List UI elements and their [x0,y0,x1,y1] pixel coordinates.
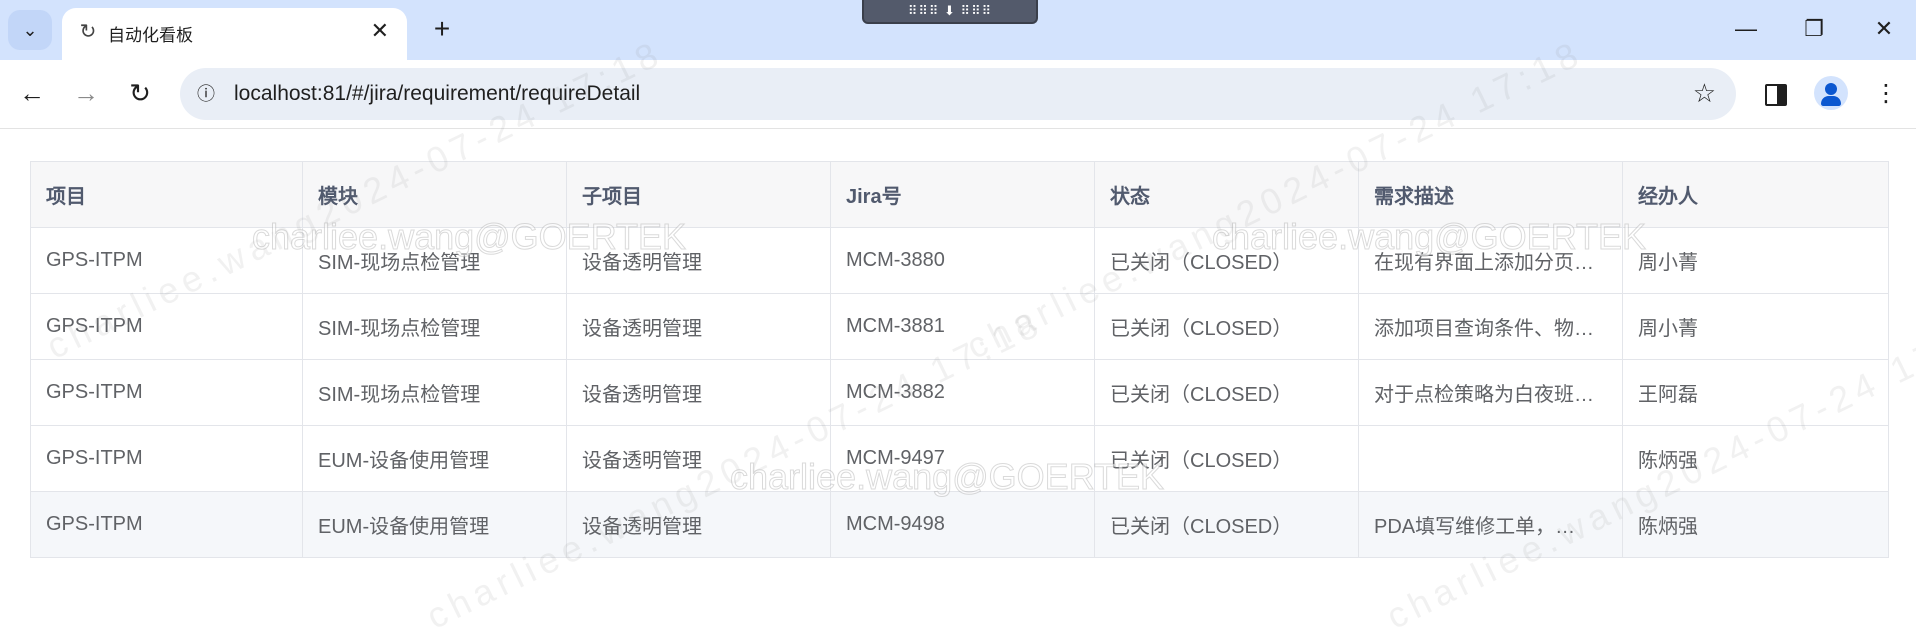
cell-description [1358,425,1623,492]
cell-status: 已关闭（CLOSED） [1094,359,1359,426]
extension-drag-handle[interactable]: ⠿⠿⠿ ⬇ ⠿⠿⠿ [862,0,1038,24]
cell-subproject: 设备透明管理 [566,491,831,558]
cell-description: 对于点检策略为白夜班… [1358,359,1623,426]
cell-project: GPS-ITPM [30,227,303,294]
cell-module: SIM-现场点检管理 [302,227,567,294]
cell-jira-id: MCM-9497 [830,425,1095,492]
cell-description: PDA填写维修工单，… [1358,491,1623,558]
reload-button[interactable]: ↻ [122,76,158,112]
profile-avatar[interactable] [1814,76,1848,110]
cell-assignee: 王阿磊 [1622,359,1889,426]
cell-status: 已关闭（CLOSED） [1094,293,1359,360]
restore-button[interactable]: ❐ [1794,14,1834,46]
table-row[interactable]: GPS-ITPM EUM-设备使用管理 设备透明管理 MCM-9498 已关闭（… [30,491,1889,558]
close-icon[interactable]: ✕ [371,18,389,44]
column-header-project[interactable]: 项目 [30,161,303,228]
cell-assignee: 周小菁 [1622,293,1889,360]
tab-search-button[interactable]: ⌄ [8,10,52,50]
cell-status: 已关闭（CLOSED） [1094,227,1359,294]
column-header-description[interactable]: 需求描述 [1358,161,1623,228]
cell-module: EUM-设备使用管理 [302,425,567,492]
tab-title: 自动化看板 [108,26,193,45]
cell-subproject: 设备透明管理 [566,425,831,492]
active-tab[interactable]: ↻ 自动化看板 ✕ [62,8,407,60]
cell-status: 已关闭（CLOSED） [1094,425,1359,492]
bookmark-star-icon[interactable]: ☆ [1693,78,1716,109]
table-row[interactable]: GPS-ITPM SIM-现场点检管理 设备透明管理 MCM-3880 已关闭（… [30,227,1889,294]
site-info-icon[interactable]: ⓘ [192,80,220,108]
cell-assignee: 陈炳强 [1622,425,1889,492]
url-text[interactable]: localhost:81/#/jira/requirement/requireD… [234,82,640,106]
address-bar[interactable]: ⓘ localhost:81/#/jira/requirement/requir… [180,68,1736,120]
table-header-row: 项目 模块 子项目 Jira号 状态 需求描述 经办人 [30,161,1889,228]
cell-project: GPS-ITPM [30,293,303,360]
column-header-assignee[interactable]: 经办人 [1622,161,1889,228]
cell-subproject: 设备透明管理 [566,359,831,426]
side-panel-button[interactable] [1758,76,1794,112]
cell-project: GPS-ITPM [30,425,303,492]
cell-description: 添加项目查询条件、物… [1358,293,1623,360]
minimize-button[interactable]: — [1726,14,1766,46]
cell-jira-id: MCM-3880 [830,227,1095,294]
column-header-jira-id[interactable]: Jira号 [830,161,1095,228]
browser-toolbar: ← → ↻ ⓘ localhost:81/#/jira/requirement/… [0,60,1916,129]
chevron-down-icon: ⌄ [22,19,38,40]
cell-module: SIM-现场点检管理 [302,293,567,360]
cell-status: 已关闭（CLOSED） [1094,491,1359,558]
cell-jira-id: MCM-3881 [830,293,1095,360]
table-row[interactable]: GPS-ITPM EUM-设备使用管理 设备透明管理 MCM-9497 已关闭（… [30,425,1889,492]
cell-assignee: 周小菁 [1622,227,1889,294]
forward-button[interactable]: → [68,76,104,112]
side-panel-icon [1765,83,1787,106]
cell-jira-id: MCM-9498 [830,491,1095,558]
cell-module: SIM-现场点检管理 [302,359,567,426]
cell-module: EUM-设备使用管理 [302,491,567,558]
requirement-table: 项目 模块 子项目 Jira号 状态 需求描述 经办人 GPS-ITPM SIM… [30,161,1889,558]
column-header-status[interactable]: 状态 [1094,161,1359,228]
loading-icon: ↻ [79,21,97,43]
tab-strip: ⌄ ↻ 自动化看板 ✕ + ⠿⠿⠿ ⬇ ⠿⠿⠿ — ❐ ✕ [0,0,1916,60]
column-header-subproject[interactable]: 子项目 [566,161,831,228]
cell-assignee: 陈炳强 [1622,491,1889,558]
cell-subproject: 设备透明管理 [566,227,831,294]
cell-project: GPS-ITPM [30,491,303,558]
cell-subproject: 设备透明管理 [566,293,831,360]
menu-button[interactable]: ⋮ [1868,76,1904,112]
new-tab-button[interactable]: + [424,12,460,48]
cell-project: GPS-ITPM [30,359,303,426]
page-content: 项目 模块 子项目 Jira号 状态 需求描述 经办人 GPS-ITPM SIM… [0,129,1916,589]
cell-description: 在现有界面上添加分页… [1358,227,1623,294]
cell-jira-id: MCM-3882 [830,359,1095,426]
back-button[interactable]: ← [14,76,50,112]
close-window-button[interactable]: ✕ [1864,14,1904,46]
column-header-module[interactable]: 模块 [302,161,567,228]
table-row[interactable]: GPS-ITPM SIM-现场点检管理 设备透明管理 MCM-3881 已关闭（… [30,293,1889,360]
table-row[interactable]: GPS-ITPM SIM-现场点检管理 设备透明管理 MCM-3882 已关闭（… [30,359,1889,426]
